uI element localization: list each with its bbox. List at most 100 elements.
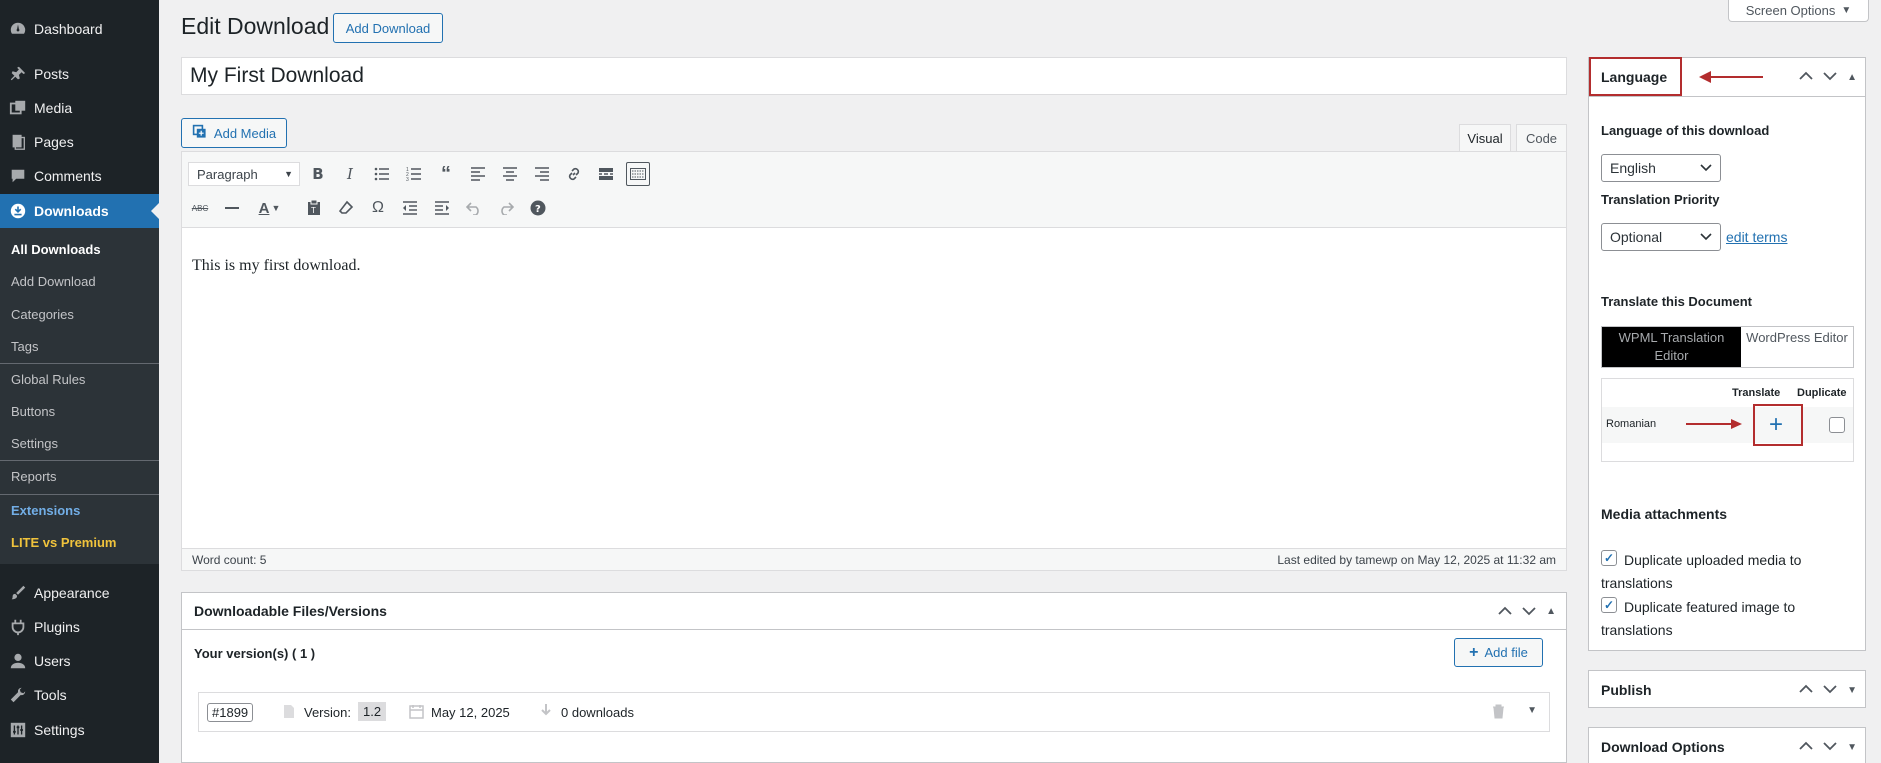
format-select[interactable]: Paragraph ▼ xyxy=(188,162,300,186)
menu-posts[interactable]: Posts xyxy=(0,57,159,91)
publish-box-title[interactable]: Publish xyxy=(1601,682,1652,698)
priority-select-value: Optional xyxy=(1610,229,1663,245)
file-id-badge: #1899 xyxy=(207,703,254,722)
bold-icon[interactable]: B xyxy=(306,162,330,186)
add-media-button[interactable]: Add Media xyxy=(181,118,287,148)
translation-row: Romanian + xyxy=(1602,404,1853,446)
menu-media[interactable]: Media xyxy=(0,91,159,125)
move-down-icon[interactable] xyxy=(1823,70,1837,84)
move-up-icon[interactable] xyxy=(1799,740,1813,754)
caret-down-icon: ▼ xyxy=(284,169,293,179)
align-right-icon[interactable] xyxy=(530,162,554,186)
strikethrough-icon[interactable]: ABC xyxy=(188,196,212,220)
move-up-icon[interactable] xyxy=(1799,683,1813,697)
svg-text:?: ? xyxy=(535,204,541,215)
expand-icon[interactable]: ▼ xyxy=(1847,742,1857,753)
post-title-input[interactable]: My First Download xyxy=(181,57,1567,95)
move-up-icon[interactable] xyxy=(1498,605,1512,619)
blockquote-icon[interactable]: “ xyxy=(434,162,458,186)
pin-icon xyxy=(7,65,29,83)
wpml-editor-option[interactable]: WPML Translation Editor xyxy=(1602,327,1741,367)
outdent-icon[interactable] xyxy=(398,196,422,220)
tab-visual[interactable]: Visual xyxy=(1459,124,1511,153)
menu-label: Appearance xyxy=(34,585,110,601)
menu-label: Media xyxy=(34,100,73,116)
duplicate-checkbox[interactable] xyxy=(1829,417,1845,433)
editor-content[interactable]: This is my first download. xyxy=(192,257,360,275)
add-translation-plus-icon[interactable]: + xyxy=(1769,411,1783,439)
horizontal-line-icon[interactable] xyxy=(220,196,244,220)
menu-tools[interactable]: Tools xyxy=(0,678,159,712)
move-down-icon[interactable] xyxy=(1823,740,1837,754)
submenu-all-downloads[interactable]: All Downloads xyxy=(11,242,101,257)
redo-icon[interactable] xyxy=(494,196,518,220)
media-icon xyxy=(7,99,29,117)
language-select[interactable]: English xyxy=(1601,154,1721,182)
edit-terms-link[interactable]: edit terms xyxy=(1726,229,1787,245)
bullet-list-icon[interactable] xyxy=(370,162,394,186)
media-attachments-title: Media attachments xyxy=(1601,506,1728,522)
paste-text-icon[interactable]: T xyxy=(302,196,326,220)
menu-label: Tools xyxy=(34,687,67,703)
version-value[interactable]: 1.2 xyxy=(358,702,387,721)
move-up-icon[interactable] xyxy=(1799,70,1813,84)
menu-users[interactable]: Users xyxy=(0,644,159,678)
collapse-icon[interactable]: ▲ xyxy=(1847,72,1857,83)
caret-down-icon[interactable]: ▼ xyxy=(270,196,282,220)
expand-row-icon[interactable]: ▼ xyxy=(1527,705,1537,716)
menu-label: Users xyxy=(34,653,71,669)
submenu-global-rules[interactable]: Global Rules xyxy=(11,372,85,387)
version-row[interactable]: #1899 Version: 1.2 May 12, 2025 0 downlo… xyxy=(198,692,1550,732)
submenu-settings[interactable]: Settings xyxy=(11,436,58,451)
collapse-icon[interactable]: ▲ xyxy=(1546,606,1556,617)
col-translate-header: Translate xyxy=(1732,387,1781,399)
italic-icon[interactable]: I xyxy=(338,162,362,186)
page-title: Edit Download xyxy=(181,13,330,39)
wordpress-editor-option[interactable]: WordPress Editor xyxy=(1741,327,1853,367)
submenu-extensions[interactable]: Extensions xyxy=(11,503,80,518)
submenu-tags[interactable]: Tags xyxy=(11,339,38,354)
move-down-icon[interactable] xyxy=(1522,605,1536,619)
move-down-icon[interactable] xyxy=(1823,683,1837,697)
add-file-button[interactable]: + Add file xyxy=(1454,638,1543,667)
submenu-categories[interactable]: Categories xyxy=(11,307,74,322)
submenu-reports[interactable]: Reports xyxy=(11,469,57,484)
numbered-list-icon[interactable]: 123 xyxy=(402,162,426,186)
publish-box-controls: ▼ xyxy=(1799,683,1857,697)
toolbar-toggle-icon[interactable] xyxy=(626,162,650,186)
indent-icon[interactable] xyxy=(430,196,454,220)
submenu-add-download[interactable]: Add Download xyxy=(11,274,96,289)
align-center-icon[interactable] xyxy=(498,162,522,186)
menu-appearance[interactable]: Appearance xyxy=(0,576,159,610)
help-icon[interactable]: ? xyxy=(526,196,550,220)
language-box-controls: ▲ xyxy=(1799,70,1857,84)
submenu-buttons[interactable]: Buttons xyxy=(11,404,55,419)
clear-formatting-icon[interactable] xyxy=(334,196,358,220)
files-box-header[interactable]: Downloadable Files/Versions xyxy=(182,593,1566,630)
menu-label: Settings xyxy=(34,722,85,738)
special-character-icon[interactable]: Ω xyxy=(366,196,390,220)
tab-code[interactable]: Code xyxy=(1516,124,1567,153)
priority-select[interactable]: Optional xyxy=(1601,223,1721,251)
align-left-icon[interactable] xyxy=(466,162,490,186)
menu-comments[interactable]: Comments xyxy=(0,159,159,193)
add-download-button[interactable]: Add Download xyxy=(333,13,443,43)
admin-sidebar: Dashboard Posts Media Pages Comments Dow… xyxy=(0,0,159,763)
undo-icon[interactable] xyxy=(462,196,486,220)
editor-toolbar: Paragraph ▼ B I 123 “ ABC A ▼ T Ω ? xyxy=(182,152,1566,228)
expand-icon[interactable]: ▼ xyxy=(1847,685,1857,696)
menu-pages[interactable]: Pages xyxy=(0,125,159,159)
menu-settings[interactable]: Settings xyxy=(0,713,159,747)
menu-dashboard[interactable]: Dashboard xyxy=(0,12,159,46)
trash-icon[interactable] xyxy=(1492,704,1505,722)
submenu-lite-vs-premium[interactable]: LITE vs Premium xyxy=(11,535,116,550)
link-icon[interactable] xyxy=(562,162,586,186)
screen-options-button[interactable]: Screen Options ▼ xyxy=(1728,0,1869,22)
read-more-icon[interactable] xyxy=(594,162,618,186)
translate-document-label: Translate this Document xyxy=(1601,294,1752,309)
submenu-divider xyxy=(0,494,159,495)
menu-plugins[interactable]: Plugins xyxy=(0,610,159,644)
menu-downloads[interactable]: Downloads xyxy=(0,194,159,228)
dashboard-icon xyxy=(7,20,29,38)
download-options-box-title[interactable]: Download Options xyxy=(1601,739,1725,755)
